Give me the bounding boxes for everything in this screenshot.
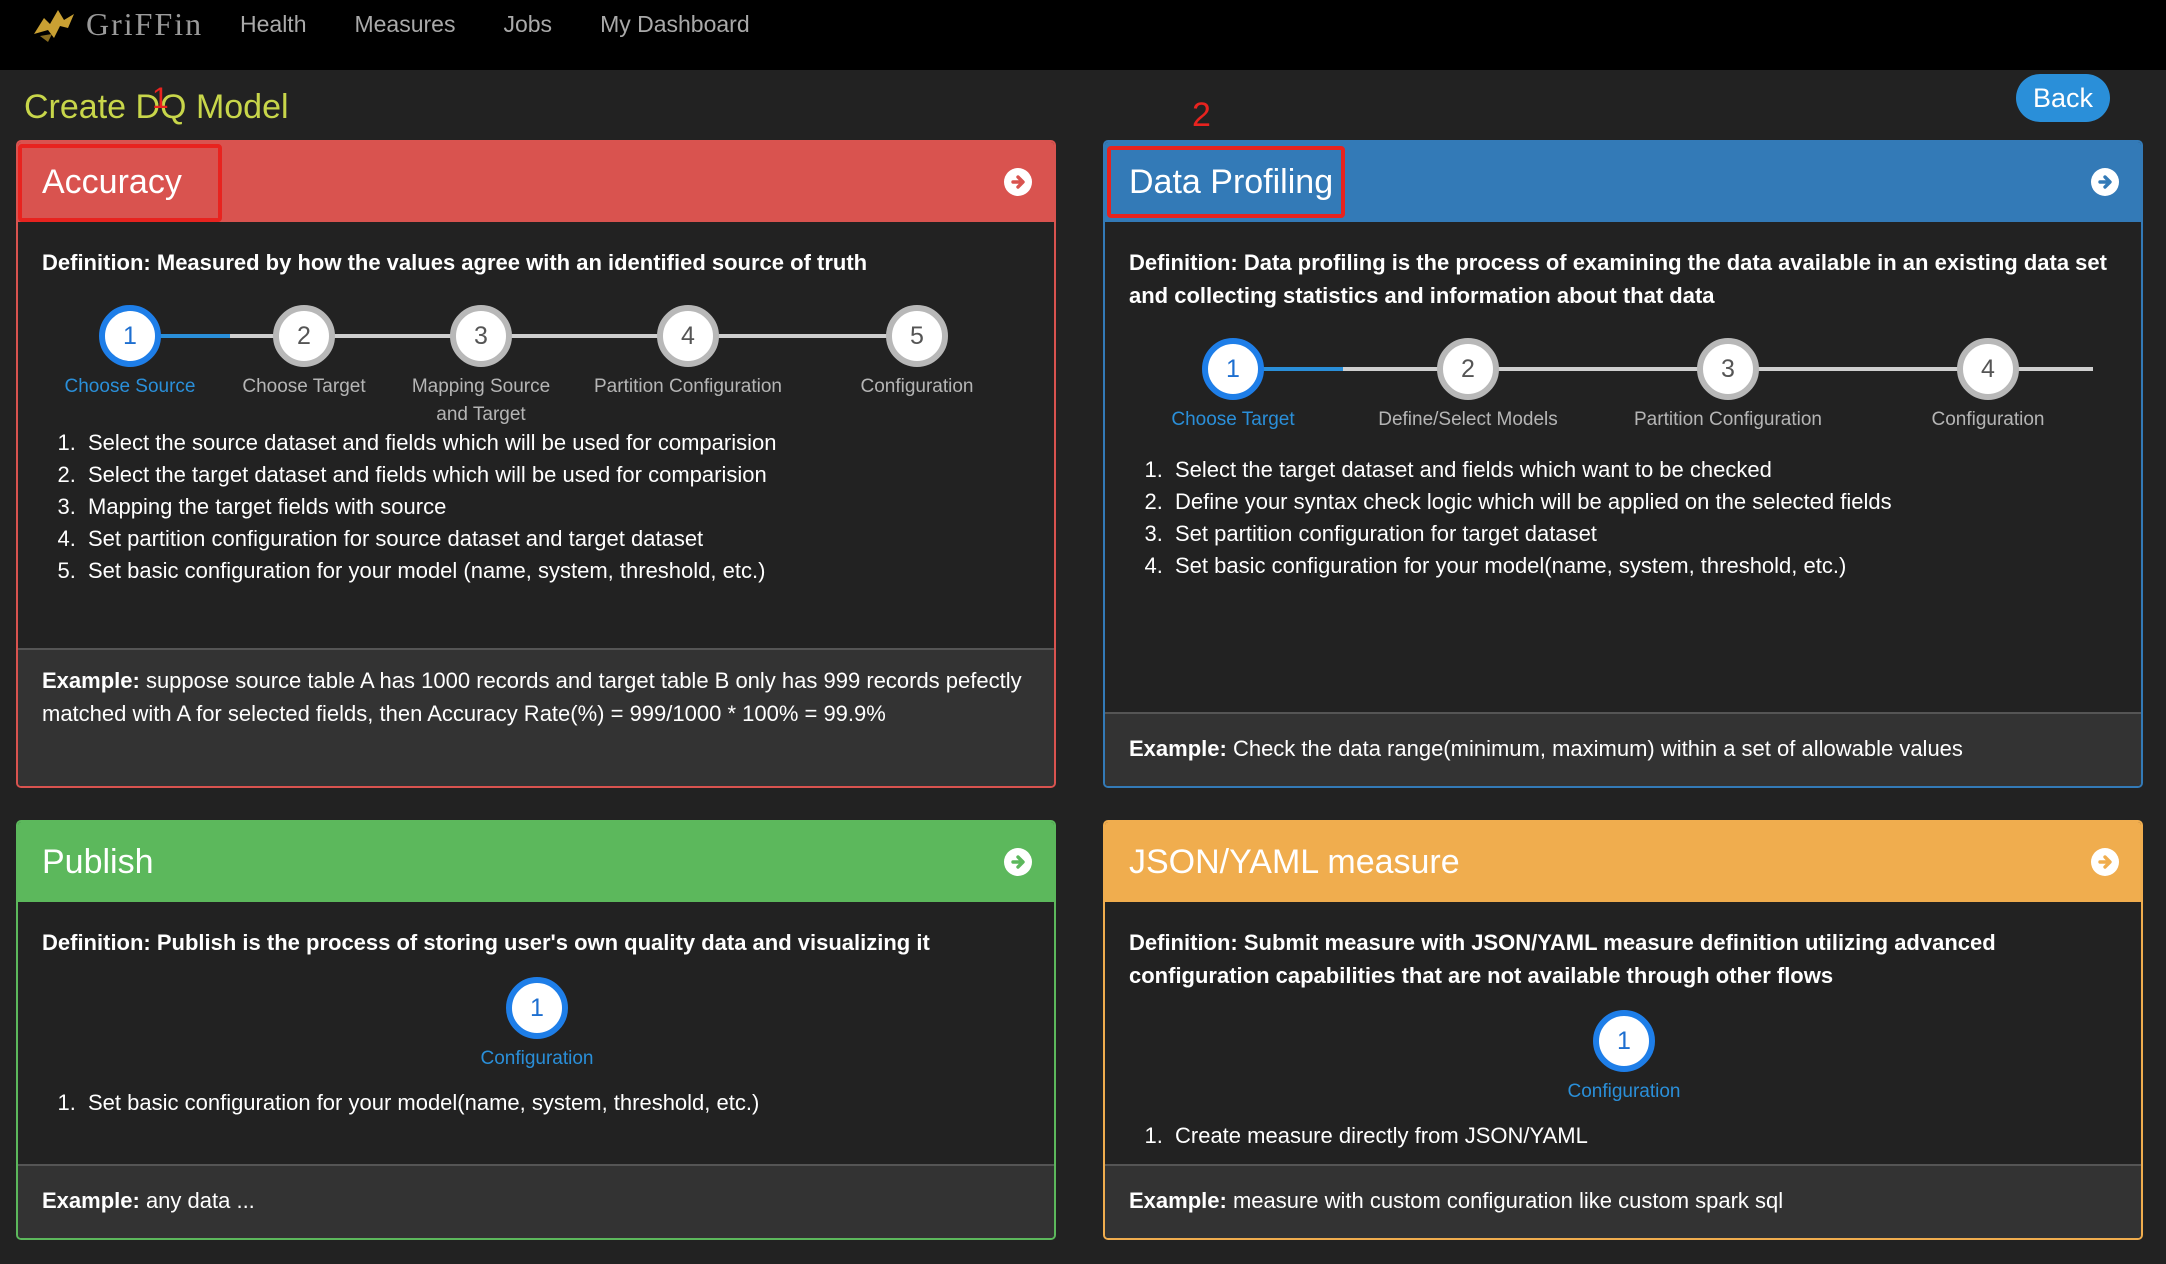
data-profiling-card: Data Profiling Definition: Data profilin…: [1103, 140, 2143, 788]
example-text: suppose source table A has 1000 records …: [42, 668, 1022, 726]
list-item: Set basic configuration for your model (…: [82, 555, 1054, 587]
publish-example: Example: any data ...: [18, 1164, 1054, 1238]
list-item: Select the target dataset and fields whi…: [82, 459, 1054, 491]
data-profiling-steps: 1 2 3 4 Choose Target Define/Select Mode…: [1105, 332, 2141, 452]
griffin-logo-icon: [34, 10, 74, 42]
example-label: Example:: [1129, 1188, 1227, 1213]
step-node-4[interactable]: 4: [657, 305, 719, 367]
publish-step-list: Set basic configuration for your model(n…: [18, 1087, 1054, 1119]
step-label: Partition Configuration: [594, 376, 782, 397]
step-label: Choose Target: [1171, 409, 1295, 430]
step-node-2[interactable]: 2: [273, 305, 335, 367]
step-label: Configuration: [1567, 1081, 1681, 1102]
json-yaml-definition: Definition: Submit measure with JSON/YAM…: [1129, 930, 1996, 988]
step-node-3[interactable]: 3: [450, 305, 512, 367]
step-label: Configuration: [1931, 409, 2045, 430]
arrow-right-circle-icon[interactable]: [2091, 168, 2119, 196]
annotation-number-1: 1: [152, 82, 169, 115]
nav-my-dashboard[interactable]: My Dashboard: [600, 11, 750, 38]
arrow-right-circle-icon[interactable]: [1004, 848, 1032, 876]
navbar: GriFFin Health Measures Jobs My Dashboar…: [0, 0, 2166, 70]
publish-definition: Definition: Publish is the process of st…: [42, 930, 930, 955]
arrow-right-circle-icon[interactable]: [2091, 848, 2119, 876]
back-button[interactable]: Back: [2016, 74, 2110, 122]
list-item: Select the source dataset and fields whi…: [82, 427, 1054, 459]
annotation-box-accuracy: [18, 144, 222, 222]
json-yaml-example: Example: measure with custom configurati…: [1105, 1164, 2141, 1238]
accuracy-card: Accuracy Definition: Measured by how the…: [16, 140, 1056, 788]
nav-menu: Health Measures Jobs My Dashboard: [240, 0, 798, 48]
list-item: Set partition configuration for target d…: [1169, 518, 2141, 550]
example-label: Example:: [42, 668, 140, 693]
list-item: Mapping the target fields with source: [82, 491, 1054, 523]
accuracy-example: Example: suppose source table A has 1000…: [18, 648, 1054, 786]
json-yaml-step-list: Create measure directly from JSON/YAML: [1105, 1120, 2141, 1152]
step-label: Define/Select Models: [1378, 409, 1558, 430]
step-node-1[interactable]: 1: [1202, 338, 1264, 400]
example-label: Example:: [42, 1188, 140, 1213]
step-label: Configuration: [860, 376, 974, 397]
step-node-1[interactable]: 1: [99, 305, 161, 367]
json-yaml-card: JSON/YAML measure Definition: Submit mea…: [1103, 820, 2143, 1240]
step-node-2[interactable]: 2: [1437, 338, 1499, 400]
json-yaml-steps: 1 Configuration: [1105, 1010, 2141, 1120]
brand-name: GriFFin: [86, 5, 204, 42]
step-label: Choose Target: [242, 376, 366, 397]
accuracy-steps: 1 2 3 4 5 Choose Source Choose Target Ma…: [18, 299, 1054, 425]
step-node-1[interactable]: 1: [506, 977, 568, 1039]
data-profiling-example: Example: Check the data range(minimum, m…: [1105, 712, 2141, 786]
step-node-4[interactable]: 4: [1957, 338, 2019, 400]
step-node-5[interactable]: 5: [886, 305, 948, 367]
step-label: Configuration: [480, 1048, 594, 1069]
publish-card-header[interactable]: Publish: [18, 822, 1054, 902]
accuracy-definition: Definition: Measured by how the values a…: [42, 250, 868, 275]
json-yaml-card-header[interactable]: JSON/YAML measure: [1105, 822, 2141, 902]
example-text: measure with custom configuration like c…: [1226, 1188, 1784, 1213]
list-item: Create measure directly from JSON/YAML: [1169, 1120, 2141, 1152]
annotation-box-data-profiling: [1107, 146, 1345, 218]
step-label: Partition Configuration: [1634, 409, 1822, 430]
example-text: any data ...: [139, 1188, 255, 1213]
publish-card: Publish Definition: Publish is the proce…: [16, 820, 1056, 1240]
step-node-1[interactable]: 1: [1593, 1010, 1655, 1072]
publish-card-title: Publish: [42, 842, 154, 881]
list-item: Set partition configuration for source d…: [82, 523, 1054, 555]
brand[interactable]: GriFFin: [30, 0, 203, 48]
step-node-3[interactable]: 3: [1697, 338, 1759, 400]
json-yaml-card-title: JSON/YAML measure: [1129, 842, 1460, 881]
accuracy-step-list: Select the source dataset and fields whi…: [18, 427, 1054, 587]
annotation-number-2: 2: [1192, 96, 1211, 134]
nav-measures[interactable]: Measures: [354, 11, 455, 38]
list-item: Select the target dataset and fields whi…: [1169, 454, 2141, 486]
arrow-right-circle-icon[interactable]: [1004, 168, 1032, 196]
nav-health[interactable]: Health: [240, 11, 306, 38]
data-profiling-step-list: Select the target dataset and fields whi…: [1105, 454, 2141, 582]
list-item: Set basic configuration for your model(n…: [82, 1087, 1054, 1119]
publish-steps: 1 Configuration: [18, 977, 1054, 1087]
data-profiling-definition: Definition: Data profiling is the proces…: [1129, 250, 2107, 308]
step-label: Mapping Source and Target: [411, 376, 551, 425]
example-label: Example:: [1129, 736, 1227, 761]
list-item: Define your syntax check logic which wil…: [1169, 486, 2141, 518]
example-text: Check the data range(minimum, maximum) w…: [1226, 736, 1963, 761]
nav-jobs[interactable]: Jobs: [503, 11, 552, 38]
list-item: Set basic configuration for your model(n…: [1169, 550, 2141, 582]
